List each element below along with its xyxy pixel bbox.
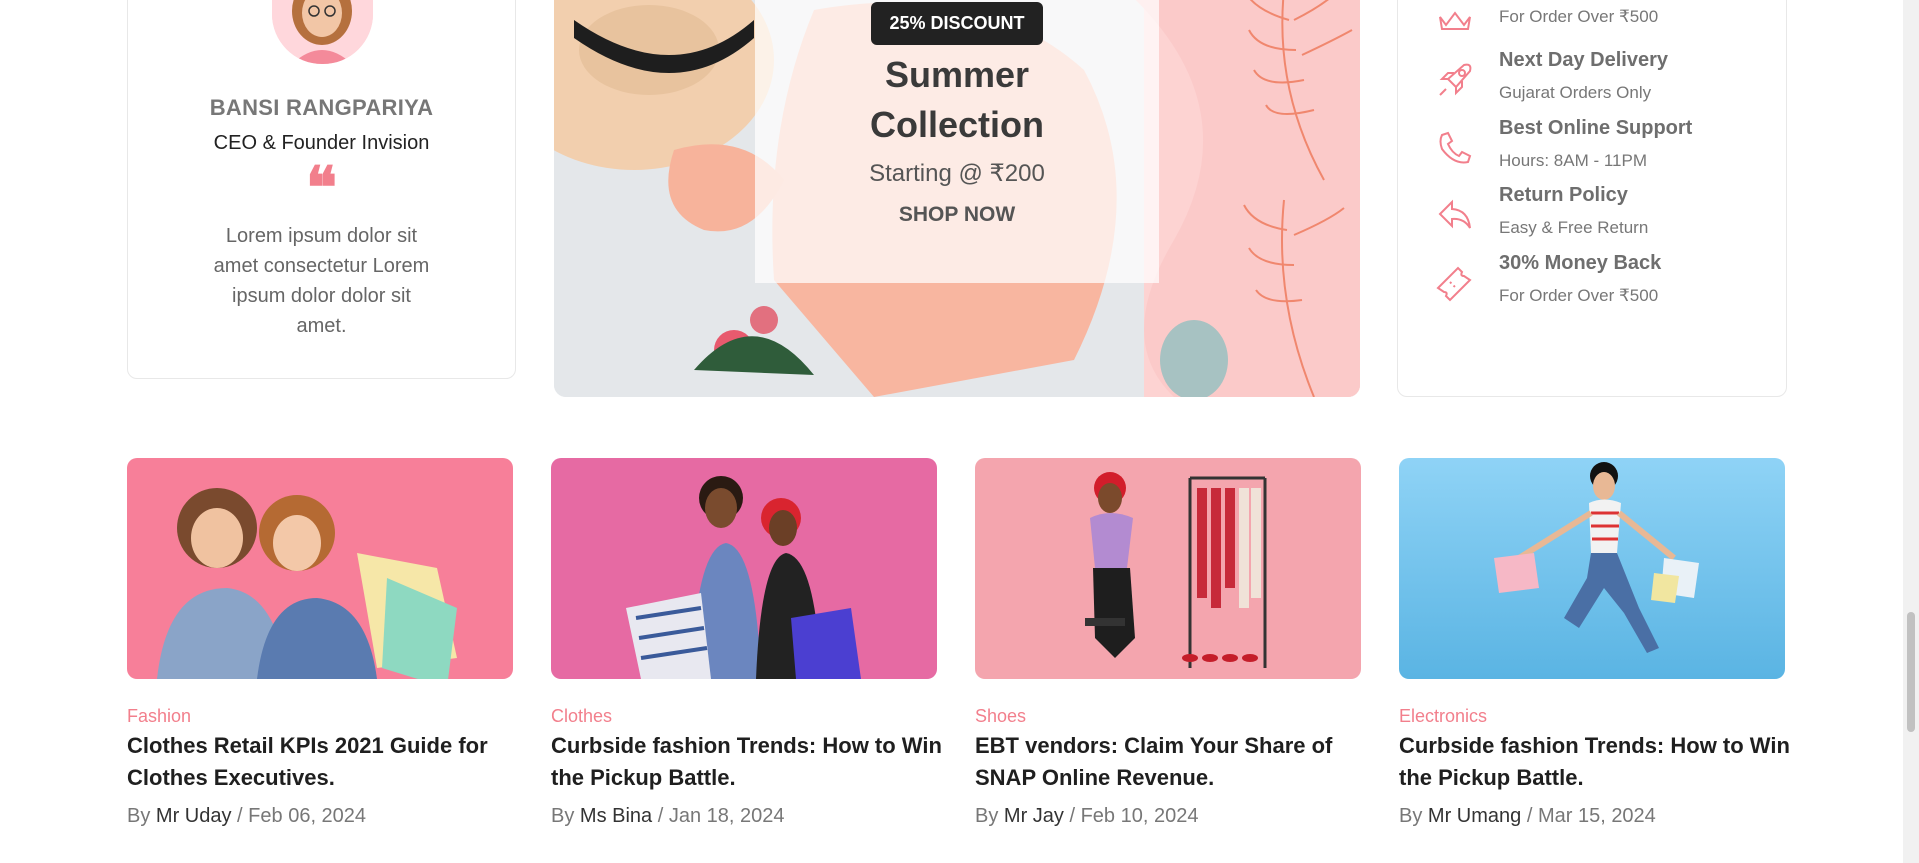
service-title: Next Day Delivery: [1499, 49, 1668, 71]
blog-image[interactable]: [975, 458, 1361, 679]
blog-image[interactable]: [127, 458, 513, 679]
page-scrollbar[interactable]: [1903, 0, 1919, 863]
by-label: By: [1399, 805, 1423, 827]
by-label: By: [127, 805, 151, 827]
banner-title-line1: Summer: [884, 54, 1030, 95]
ticket-icon: [1434, 262, 1476, 304]
post-category[interactable]: Electronics: [1399, 706, 1487, 727]
post-title[interactable]: Curbside fashion Trends: How to Win the …: [1399, 730, 1799, 794]
service-subtitle: For Order Over ₹500: [1499, 7, 1659, 26]
meta-separator: /: [1069, 805, 1076, 827]
meta-separator: /: [237, 805, 243, 827]
blog-image[interactable]: [1399, 458, 1785, 679]
post-author[interactable]: Ms Bina: [580, 805, 652, 827]
discount-badge: 25% DISCOUNT: [871, 2, 1043, 45]
post-date: Feb 06, 2024: [248, 805, 367, 827]
avatar: [272, 0, 373, 64]
post-date: Jan 18, 2024: [668, 805, 785, 827]
service-item: Return Policy Easy & Free Return: [1398, 184, 1786, 254]
testimonial-text: Lorem ipsum dolor sit amet consectetur L…: [213, 225, 430, 337]
post-category[interactable]: Fashion: [127, 706, 191, 727]
service-subtitle: Hours: 8AM - 11PM: [1499, 151, 1648, 170]
testimonial-role: CEO & Founder Invision: [213, 132, 430, 154]
blog-card[interactable]: Fashion Clothes Retail KPIs 2021 Guide f…: [127, 458, 513, 827]
post-author[interactable]: Mr Umang: [1428, 805, 1521, 827]
post-meta: By Mr Jay / Feb 10, 2024: [975, 805, 1198, 828]
blog-card[interactable]: Shoes EBT vendors: Claim Your Share of S…: [975, 458, 1361, 827]
phone-icon: [1434, 127, 1476, 169]
post-author[interactable]: Mr Uday: [156, 805, 232, 827]
blog-card[interactable]: Clothes Curbside fashion Trends: How to …: [551, 458, 942, 827]
testimonial-name: BANSI RANGPARIYA: [209, 95, 434, 120]
service-subtitle: Easy & Free Return: [1499, 218, 1649, 237]
services-card: For Order Over ₹500 Next Day Delivery Gu…: [1397, 0, 1787, 397]
post-author[interactable]: Mr Jay: [1004, 805, 1064, 827]
service-subtitle: Gujarat Orders Only: [1499, 83, 1652, 102]
service-item: Best Online Support Hours: 8AM - 11PM: [1398, 117, 1786, 187]
rocket-icon: [1434, 59, 1476, 101]
service-item: Next Day Delivery Gujarat Orders Only: [1398, 49, 1786, 119]
service-title: Return Policy: [1499, 184, 1628, 206]
scrollbar-thumb[interactable]: [1907, 612, 1915, 732]
post-date: Mar 15, 2024: [1537, 805, 1656, 827]
by-label: By: [551, 805, 575, 827]
post-meta: By Mr Umang / Mar 15, 2024: [1399, 805, 1656, 828]
post-title[interactable]: Curbside fashion Trends: How to Win the …: [551, 730, 951, 794]
testimonial-card: BANSI RANGPARIYA CEO & Founder Invision …: [127, 0, 516, 379]
meta-separator: /: [657, 805, 664, 827]
post-meta: By Ms Bina / Jan 18, 2024: [551, 805, 785, 828]
quote-icon: ❝: [305, 154, 338, 222]
post-category[interactable]: Shoes: [975, 706, 1026, 727]
service-title: Best Online Support: [1499, 117, 1693, 139]
banner-subtitle: Starting @ ₹200: [869, 160, 1045, 187]
service-subtitle: For Order Over ₹500: [1499, 286, 1659, 305]
by-label: By: [975, 805, 999, 827]
post-meta: By Mr Uday / Feb 06, 2024: [127, 805, 366, 828]
blog-image[interactable]: [551, 458, 937, 679]
post-title[interactable]: Clothes Retail KPIs 2021 Guide for Cloth…: [127, 730, 527, 794]
post-date: Feb 10, 2024: [1080, 805, 1199, 827]
service-item: 30% Money Back For Order Over ₹500: [1398, 252, 1786, 322]
meta-separator: /: [1526, 805, 1533, 827]
shop-now-link[interactable]: SHOP NOW: [554, 203, 1360, 227]
service-title: 30% Money Back: [1499, 252, 1662, 274]
post-title[interactable]: EBT vendors: Claim Your Share of SNAP On…: [975, 730, 1375, 794]
blog-card[interactable]: Electronics Curbside fashion Trends: How…: [1399, 458, 1790, 827]
banner-title-line2: Collection: [869, 104, 1044, 145]
service-item: For Order Over ₹500: [1398, 0, 1786, 55]
crown-icon: [1434, 0, 1476, 37]
post-category[interactable]: Clothes: [551, 706, 612, 727]
return-arrow-icon: [1434, 194, 1476, 236]
